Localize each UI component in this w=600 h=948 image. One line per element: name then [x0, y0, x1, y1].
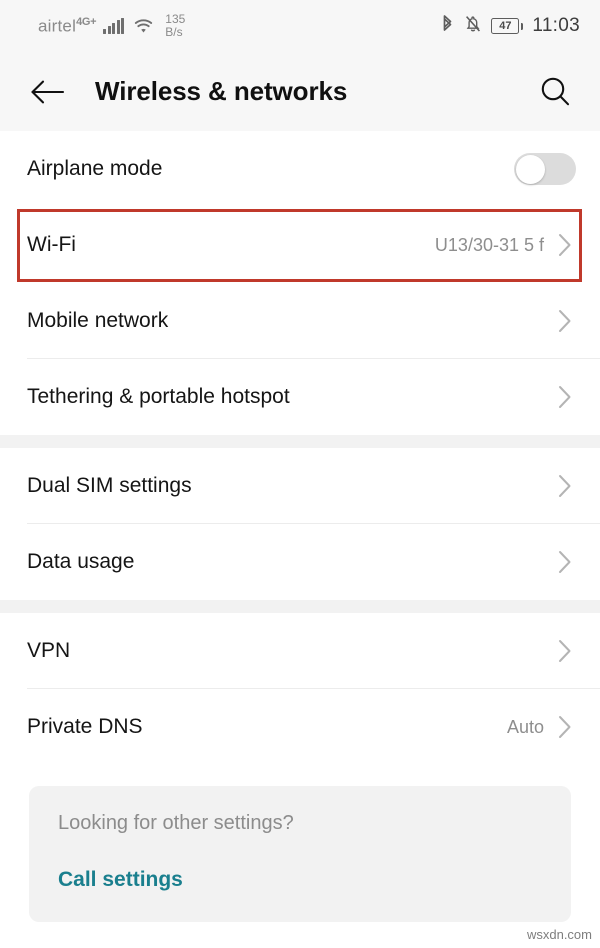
row-label: Data usage [27, 550, 135, 573]
settings-row-mobile-network[interactable]: Mobile network [0, 283, 600, 359]
group-separator [0, 600, 600, 613]
network-generation-label: 4G+ [76, 15, 97, 28]
settings-row-tethering[interactable]: Tethering & portable hotspot [0, 359, 600, 435]
settings-row-vpn[interactable]: VPN [0, 613, 600, 689]
row-label: Mobile network [27, 309, 169, 332]
chevron-right-icon [554, 384, 576, 410]
settings-row-dual-sim-settings[interactable]: Dual SIM settings [0, 448, 600, 524]
carrier-label: airtel4G+ [38, 15, 97, 36]
search-button[interactable] [534, 71, 576, 113]
chevron-right-icon [554, 473, 576, 499]
battery-cap [520, 22, 524, 30]
call-settings-link[interactable]: Call settings [58, 868, 183, 892]
chevron-right-icon [554, 232, 576, 258]
battery-level-label: 47 [491, 18, 520, 34]
wifi-row-highlight-wrapper: Wi-Fi U13/30-31 5 f [0, 207, 600, 283]
status-bar: airtel4G+ 135 B/s 47 11:03 [0, 0, 600, 52]
other-settings-card: Looking for other settings? Call setting… [29, 786, 571, 922]
footer-area: Looking for other settings? Call setting… [0, 765, 600, 922]
settings-row-wifi[interactable]: Wi-Fi U13/30-31 5 f [0, 207, 600, 283]
group-separator [0, 435, 600, 448]
settings-row-airplane-mode[interactable]: Airplane mode [0, 131, 600, 207]
settings-group: Dual SIM settings Data usage [0, 448, 600, 600]
chevron-right-icon [554, 714, 576, 740]
airplane-mode-toggle[interactable] [514, 153, 576, 185]
network-speed-unit: B/s [165, 25, 183, 39]
status-bar-left: airtel4G+ 135 B/s [38, 13, 185, 39]
network-speed-indicator: 135 B/s [165, 13, 185, 39]
settings-list: Airplane mode Wi-Fi U13/30-31 5 f Mobile… [0, 131, 600, 922]
back-button[interactable] [30, 71, 72, 113]
battery-icon: 47 [491, 18, 524, 34]
status-bar-clock: 11:03 [532, 15, 580, 36]
app-bar: Wireless & networks [0, 52, 600, 131]
settings-group: VPN Private DNS Auto [0, 613, 600, 765]
toggle-knob [515, 154, 545, 184]
status-bar-right: 47 11:03 [440, 14, 580, 39]
row-label: Private DNS [27, 715, 143, 738]
chevron-right-icon [554, 638, 576, 664]
settings-row-private-dns[interactable]: Private DNS Auto [0, 689, 600, 765]
watermark: wsxdn.com [526, 927, 592, 942]
row-label: Dual SIM settings [27, 474, 192, 497]
wifi-icon [133, 18, 154, 34]
settings-group: Airplane mode Wi-Fi U13/30-31 5 f Mobile… [0, 131, 600, 435]
bell-muted-icon [464, 14, 482, 39]
wifi-network-value: U13/30-31 5 f [434, 234, 544, 255]
arrow-left-icon [31, 80, 65, 103]
row-label: Airplane mode [27, 157, 163, 180]
signal-bars-icon [103, 18, 125, 34]
row-label: VPN [27, 639, 71, 662]
other-settings-question: Looking for other settings? [58, 812, 294, 834]
page-title: Wireless & networks [95, 76, 348, 106]
chevron-right-icon [554, 549, 576, 575]
bluetooth-icon [440, 14, 455, 39]
row-label: Wi-Fi [27, 233, 76, 256]
settings-row-data-usage[interactable]: Data usage [0, 524, 600, 600]
row-label: Tethering & portable hotspot [27, 385, 290, 408]
network-speed-value: 135 [165, 12, 186, 26]
private-dns-value: Auto [506, 716, 544, 737]
chevron-right-icon [554, 308, 576, 334]
search-icon [541, 77, 570, 105]
